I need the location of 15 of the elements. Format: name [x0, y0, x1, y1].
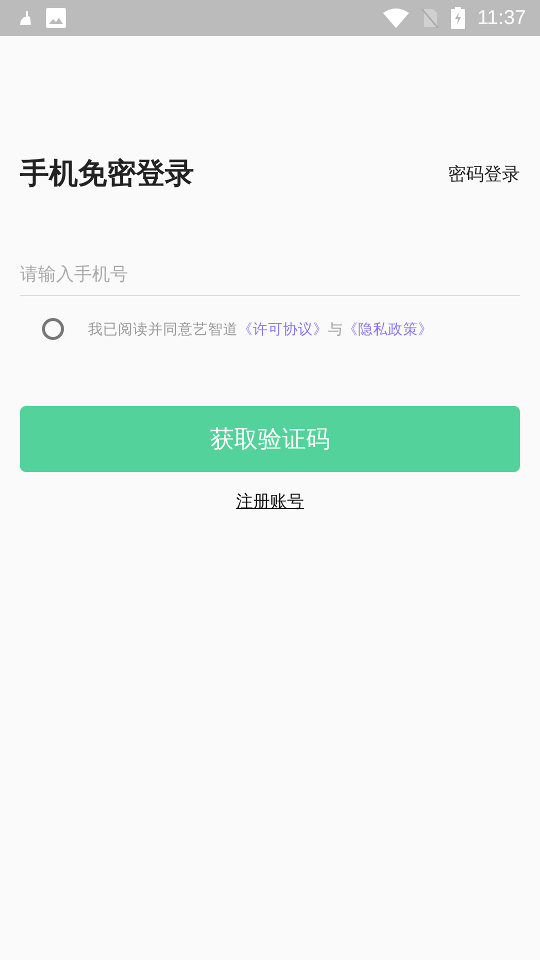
broom-icon [18, 10, 34, 26]
status-time: 11:37 [477, 6, 526, 30]
agreement-text: 我已阅读并同意艺智道《许可协议》与《隐私政策》 [88, 320, 433, 338]
get-code-button[interactable]: 获取验证码 [20, 406, 520, 472]
password-login-link[interactable]: 密码登录 [448, 162, 520, 186]
wifi-icon [383, 8, 410, 28]
phone-input-field[interactable]: 请输入手机号 [20, 256, 520, 296]
agreement-radio[interactable] [42, 318, 64, 340]
battery-charging-icon [451, 7, 466, 29]
no-sim-icon [421, 8, 440, 28]
policy-link[interactable]: 《许可协议》 [238, 322, 328, 338]
page-title: 手机免密登录 [20, 155, 194, 192]
register-link[interactable]: 注册账号 [234, 490, 306, 513]
policy-link[interactable]: 《隐私政策》 [343, 322, 433, 338]
image-icon [46, 8, 66, 28]
